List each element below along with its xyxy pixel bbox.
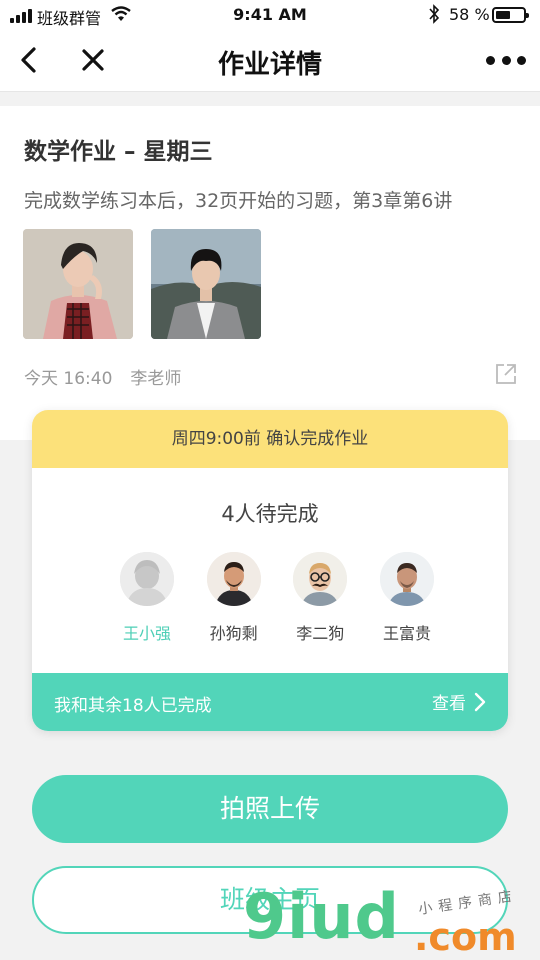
pending-count-title: 4人待完成: [221, 502, 319, 526]
homework-description: 完成数学练习本后，32页开始的习题，第3章第6讲: [24, 190, 453, 212]
share-icon: [496, 364, 516, 384]
post-time: 今天 16:40: [24, 369, 113, 389]
deadline-card: 周四9:00前 确认完成作业 4人待完成 王小强 孙狗剩 李二狗 王富贵 我和其…: [32, 410, 508, 731]
view-completed-link[interactable]: 查看: [432, 689, 486, 714]
person-item[interactable]: 孙狗剩: [199, 552, 269, 644]
more-dots-icon: [486, 55, 495, 65]
more-button[interactable]: [486, 50, 526, 70]
homework-meta: 今天 16:40 李老师: [24, 364, 181, 389]
homework-title: 数学作业 – 星期三: [24, 139, 213, 165]
person-name: 李二狗: [296, 624, 345, 643]
battery-percentage: 58 %: [449, 5, 490, 24]
teacher-name: 李老师: [130, 369, 182, 389]
watermark-domain: .com: [414, 915, 517, 959]
pending-people-list: 王小强 孙狗剩 李二狗 王富贵: [112, 552, 442, 644]
deadline-banner: 周四9:00前 确认完成作业: [32, 410, 508, 468]
upload-photo-button[interactable]: 拍照上传: [32, 775, 508, 843]
person-name: 王小强: [122, 624, 171, 643]
completed-summary-bar[interactable]: 我和其余18人已完成 查看: [32, 673, 508, 731]
share-button[interactable]: [494, 362, 518, 386]
person-item[interactable]: 李二狗: [285, 552, 355, 644]
avatar: [293, 552, 348, 606]
bluetooth-icon: [428, 4, 440, 28]
homework-content: 数学作业 – 星期三 完成数学练习本后，32页开始的习题，第3章第6讲 今天 1…: [0, 106, 540, 440]
avatar: [379, 552, 434, 606]
status-bar: 班级群管 9:41 AM 58 %: [0, 0, 540, 30]
page-title: 作业详情: [217, 50, 322, 80]
navigation-bar: 作业详情: [0, 30, 540, 92]
homework-photo-2[interactable]: [151, 229, 261, 339]
watermark-logo: 9iud: [243, 880, 400, 953]
avatar: [120, 552, 174, 606]
battery-icon: [492, 7, 529, 23]
chevron-right-icon: [474, 692, 486, 711]
completed-summary-text: 我和其余18人已完成: [54, 696, 212, 716]
homework-photo-1[interactable]: [23, 229, 133, 339]
person-name: 王富贵: [382, 624, 431, 643]
avatar: [206, 552, 261, 606]
view-label: 查看: [432, 694, 466, 714]
person-item[interactable]: 王小强: [112, 552, 182, 644]
person-name: 孙狗剩: [209, 624, 258, 643]
person-item[interactable]: 王富贵: [372, 552, 442, 644]
